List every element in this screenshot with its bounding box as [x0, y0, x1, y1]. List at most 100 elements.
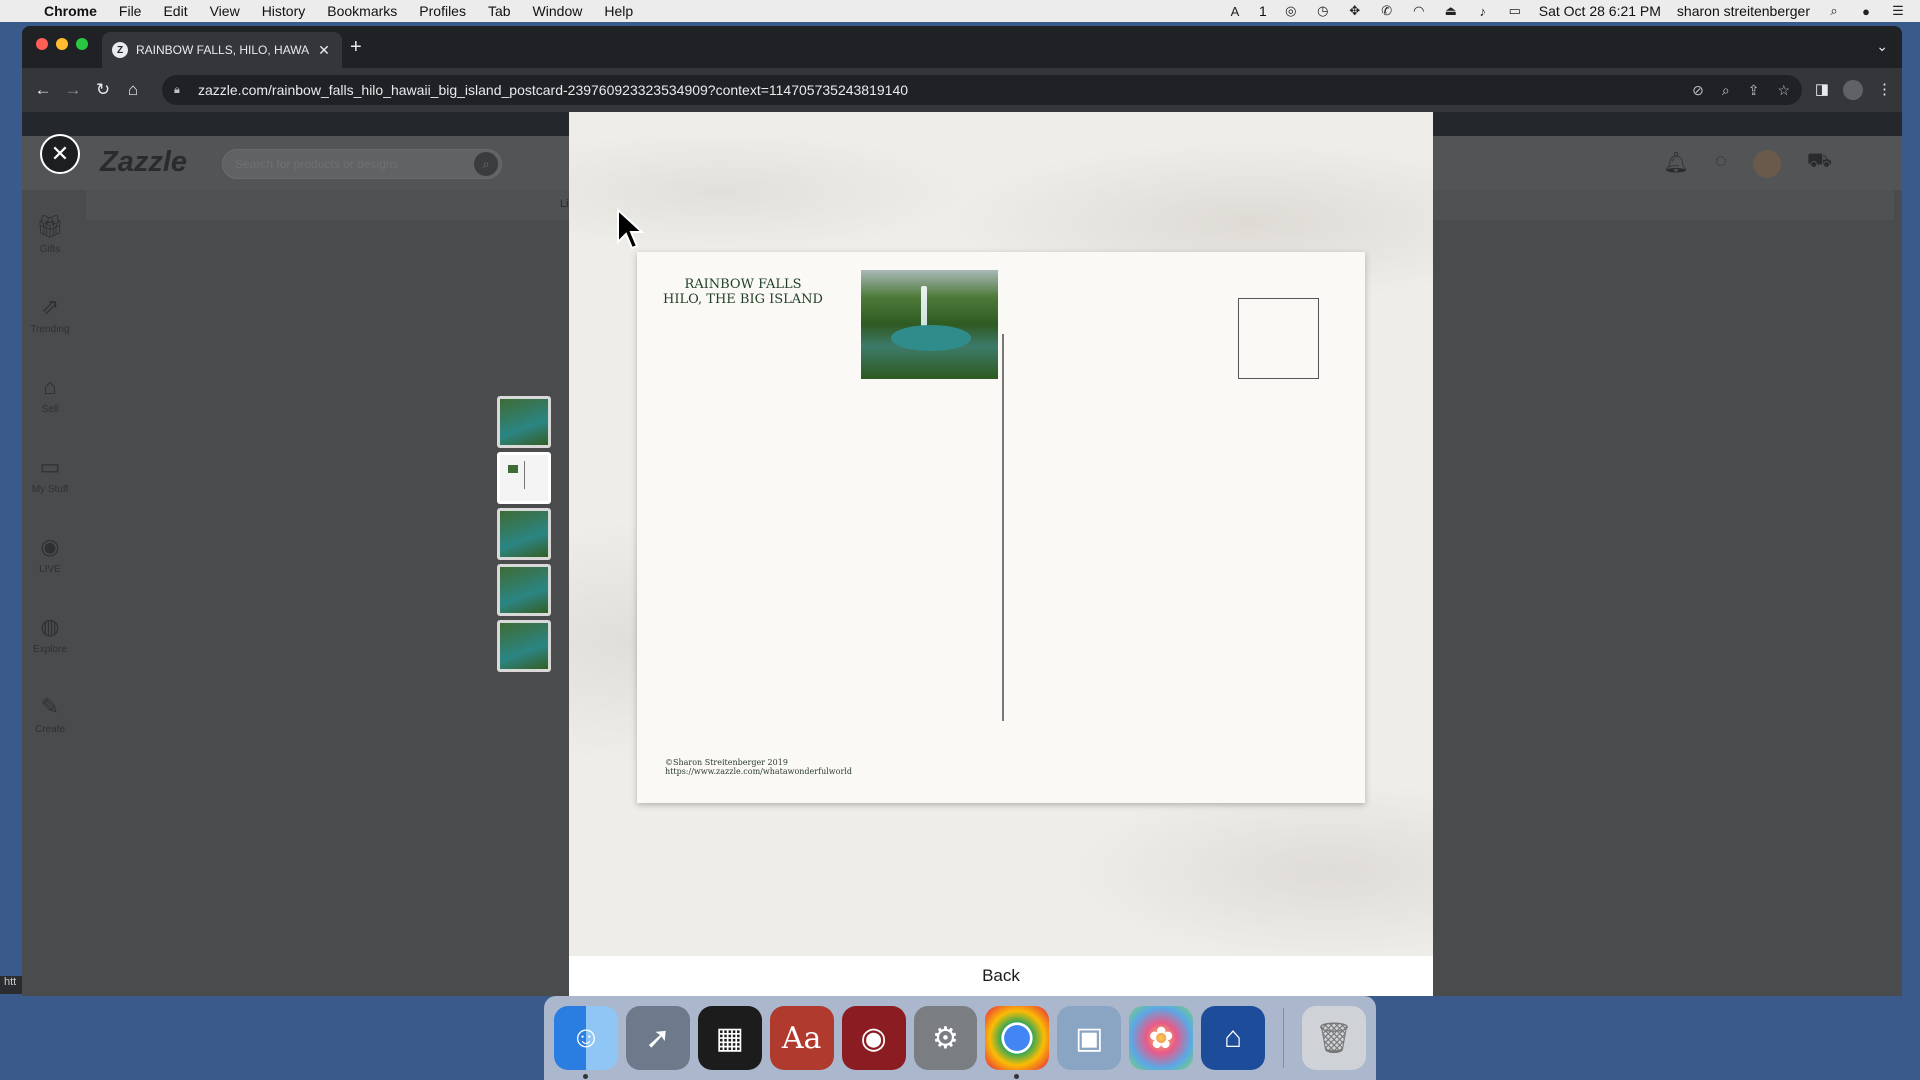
menu-tab[interactable]: Tab — [488, 3, 511, 19]
thumbnail-back-selected[interactable] — [497, 452, 551, 504]
sidebar-label: My Stuff — [31, 484, 69, 495]
photo-booth-app-icon[interactable]: ◉ — [841, 1006, 906, 1070]
zazzle-search-input[interactable]: Search for products or designs ⌕ — [222, 149, 502, 179]
wifi-icon[interactable]: ◠ — [1411, 3, 1427, 18]
share-icon[interactable]: ⇪ — [1748, 82, 1760, 99]
sidebar-item-sell[interactable]: ⌂ Sell — [22, 374, 78, 415]
trending-icon: ⇗ — [40, 294, 60, 319]
address-bar[interactable]: 🔒︎ zazzle.com/rainbow_falls_hilo_hawaii_… — [162, 75, 1802, 105]
chrome-app-icon[interactable] — [985, 1006, 1050, 1079]
volume-icon[interactable]: ♪ — [1475, 4, 1491, 19]
thumbnail-image — [500, 455, 548, 501]
thumbnail-view-3[interactable] — [497, 508, 551, 560]
lock-icon[interactable]: 🔒︎ — [174, 84, 188, 97]
kebab-menu-icon[interactable]: ⋮ — [1877, 80, 1892, 100]
url-text[interactable]: zazzle.com/rainbow_falls_hilo_hawaii_big… — [198, 82, 1692, 98]
postcard-divider — [1002, 334, 1004, 721]
pencil-icon: ✎ — [40, 694, 60, 719]
status-bar-url: htt — [0, 976, 22, 994]
display-icon[interactable]: ▭ — [1507, 3, 1523, 18]
browser-toolbar: ← → ↻ ⌂ 🔒︎ zazzle.com/rainbow_falls_hilo… — [22, 68, 1902, 112]
zazzle-logo[interactable]: Zazzle — [100, 146, 187, 179]
menu-edit[interactable]: Edit — [163, 3, 187, 19]
sidebar-item-trending[interactable]: ⇗ Trending — [22, 294, 78, 335]
live-icon: ◉ — [40, 534, 60, 559]
slideshow-app-icon[interactable]: ▦ — [697, 1006, 762, 1070]
user-avatar[interactable] — [1752, 150, 1781, 178]
sidebar-label: LIVE — [39, 564, 61, 575]
scroll-icon[interactable]: ✥ — [1347, 3, 1363, 18]
menubar-user[interactable]: sharon streitenberger — [1677, 3, 1810, 19]
menu-help[interactable]: Help — [604, 3, 633, 19]
new-tab-button[interactable]: + — [350, 37, 362, 57]
browser-tab-active[interactable]: Z RAINBOW FALLS, HILO, HAWA ✕ — [102, 32, 342, 68]
phone-icon[interactable]: ✆ — [1379, 3, 1395, 18]
spotlight-search-icon[interactable]: ⌕ — [1826, 3, 1842, 18]
launchpad-app-icon[interactable]: ➚ — [625, 1006, 690, 1070]
menu-profiles[interactable]: Profiles — [419, 3, 466, 19]
menu-bookmarks[interactable]: Bookmarks — [327, 3, 397, 19]
reload-icon[interactable]: ↻ — [88, 80, 118, 100]
preview-app-icon[interactable]: ▣ — [1057, 1006, 1122, 1070]
thumbnail-front[interactable] — [497, 396, 551, 448]
postcard-title-line2: HILO, THE BIG ISLAND — [663, 292, 823, 307]
trash-icon[interactable]: 🗑︎ — [1302, 1006, 1366, 1070]
dictionary-app-icon[interactable]: Aa — [769, 1006, 834, 1070]
minimize-window-button[interactable] — [56, 38, 68, 50]
gift-icon: 🎁︎ — [36, 214, 64, 239]
thumbnail-view-4[interactable] — [497, 564, 551, 616]
bookmark-star-icon[interactable]: ☆ — [1777, 82, 1790, 99]
notifications-bell-icon[interactable]: 🔔︎ — [1664, 150, 1689, 178]
profile-avatar-icon[interactable] — [1843, 80, 1863, 100]
search-icon[interactable]: ⌕ — [474, 152, 498, 176]
close-viewer-button[interactable]: ✕ — [40, 134, 80, 174]
close-window-button[interactable] — [36, 38, 48, 50]
menu-app-name[interactable]: Chrome — [44, 3, 97, 19]
macos-dock: ☺ ➚ ▦ Aa ◉ ⚙ ▣ ✿ ⌂ 🗑︎ — [544, 996, 1376, 1080]
photos-app-icon[interactable]: ✿ — [1129, 1006, 1194, 1070]
back-arrow-icon[interactable]: ← — [28, 80, 58, 100]
window-controls — [36, 38, 88, 50]
zazzle-sidebar: 🎁︎ Gifts ⇗ Trending ⌂ Sell ▭ My Stuff ◉ LIVE … — [22, 190, 78, 996]
lightbulb-icon: ◍ — [40, 614, 60, 639]
menu-window[interactable]: Window — [533, 3, 583, 19]
postcard-copyright: ©Sharon Streitenberger 2019 https://www.… — [665, 758, 852, 776]
side-panel-icon[interactable]: ◨ — [1815, 80, 1829, 100]
menu-view[interactable]: View — [210, 3, 240, 19]
sidebar-item-live[interactable]: ◉ LIVE — [22, 534, 78, 575]
home-icon[interactable]: ⌂ — [118, 80, 148, 100]
time-machine-icon[interactable]: ◷ — [1315, 3, 1331, 18]
search-placeholder: Search for products or designs — [235, 157, 399, 171]
blocked-popup-icon[interactable]: ⊘ — [1692, 82, 1704, 99]
status-count: 1 — [1258, 3, 1267, 19]
cart-icon[interactable]: ⛟ — [1807, 150, 1832, 178]
accessibility-icon[interactable]: ◎ — [1283, 3, 1299, 18]
menu-history[interactable]: History — [262, 3, 306, 19]
menu-file[interactable]: File — [119, 3, 142, 19]
thumbnail-view-5[interactable] — [497, 620, 551, 672]
running-indicator — [1014, 1074, 1020, 1079]
sidebar-item-create[interactable]: ✎ Create — [22, 694, 78, 735]
menubar-clock[interactable]: Sat Oct 28 6:21 PM — [1539, 3, 1661, 19]
forward-arrow-icon[interactable]: → — [58, 80, 88, 100]
eject-icon[interactable]: ⏏ — [1443, 3, 1459, 18]
siri-icon[interactable]: ● — [1858, 4, 1874, 19]
tab-close-icon[interactable]: ✕ — [316, 42, 332, 59]
zoom-icon[interactable]: ⌕ — [1722, 82, 1730, 99]
zoom-window-button[interactable] — [76, 38, 88, 50]
tab-title: RAINBOW FALLS, HILO, HAWA — [136, 43, 310, 57]
messages-icon[interactable]: ◌ — [1715, 150, 1727, 178]
sidebar-item-explore[interactable]: ◍ Explore — [22, 614, 78, 655]
control-center-icon[interactable]: ☰ — [1890, 3, 1906, 18]
finder-app-icon[interactable]: ☺ — [554, 1006, 618, 1079]
sidebar-item-my-stuff[interactable]: ▭ My Stuff — [22, 454, 78, 495]
back-button[interactable]: Back — [569, 956, 1433, 996]
macos-menubar: Chrome File Edit View History Bookmarks … — [0, 0, 1920, 22]
toolbar-right: ◨ ⋮ — [1815, 80, 1892, 100]
adobe-icon[interactable]: A — [1227, 4, 1243, 19]
image-capture-app-icon[interactable]: ⌂ — [1201, 1006, 1266, 1070]
tab-search-chevron-icon[interactable]: ⌄ — [1876, 38, 1888, 55]
system-preferences-app-icon[interactable]: ⚙ — [913, 1006, 978, 1070]
sidebar-item-gifts[interactable]: 🎁︎ Gifts — [22, 214, 78, 255]
waterfall-pool — [891, 325, 971, 351]
